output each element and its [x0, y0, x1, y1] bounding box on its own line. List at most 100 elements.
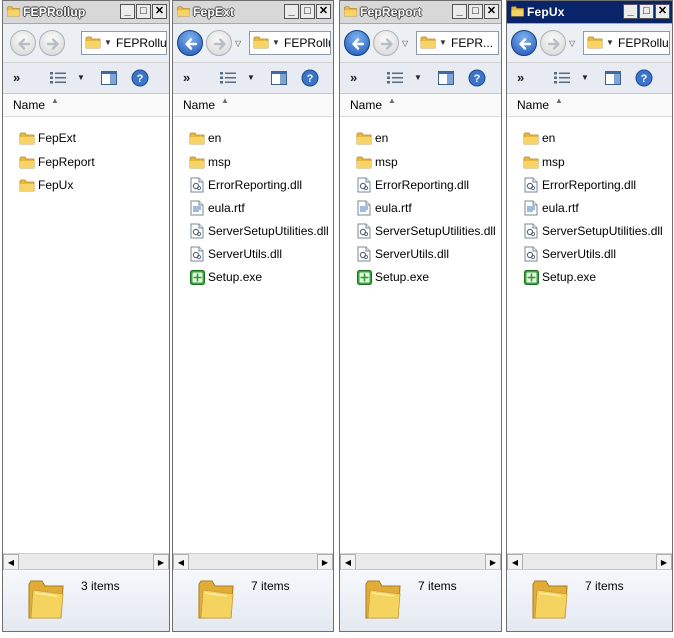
- column-header-name[interactable]: Name ▲: [173, 94, 333, 117]
- minimize-button[interactable]: _: [120, 4, 135, 19]
- list-item-msp[interactable]: msp: [523, 152, 565, 172]
- list-item-setup-exe[interactable]: Setup.exe: [523, 267, 596, 287]
- maximize-button[interactable]: □: [468, 4, 483, 19]
- scroll-left-button[interactable]: ◀: [3, 554, 19, 570]
- scroll-left-button[interactable]: ◀: [507, 554, 523, 570]
- views-dropdown[interactable]: ▼: [77, 73, 85, 82]
- help-icon[interactable]: ?: [131, 69, 149, 90]
- back-button[interactable]: [344, 30, 370, 56]
- close-button[interactable]: ✕: [316, 4, 331, 19]
- forward-button[interactable]: [39, 30, 65, 56]
- minimize-button[interactable]: _: [452, 4, 467, 19]
- list-item-serverutils-dll[interactable]: ServerUtils.dll: [523, 244, 616, 264]
- horizontal-scrollbar[interactable]: ◀ ▶: [340, 553, 501, 570]
- list-item-eula-rtf[interactable]: eula.rtf: [356, 198, 412, 218]
- list-item-eula-rtf[interactable]: eula.rtf: [523, 198, 579, 218]
- back-button[interactable]: [177, 30, 203, 56]
- list-item-errorreporting-dll[interactable]: ErrorReporting.dll: [523, 175, 636, 195]
- list-item-serversetuputilities-dll[interactable]: ServerSetupUtilities.dll: [523, 221, 663, 241]
- maximize-button[interactable]: □: [300, 4, 315, 19]
- views-dropdown[interactable]: ▼: [247, 73, 255, 82]
- chevron-down-icon[interactable]: ▼: [272, 38, 280, 47]
- folder-icon: [253, 35, 269, 52]
- scroll-right-button[interactable]: ▶: [485, 554, 501, 570]
- help-icon[interactable]: ?: [635, 69, 653, 90]
- column-header-name[interactable]: Name ▲: [507, 94, 672, 117]
- scroll-right-button[interactable]: ▶: [153, 554, 169, 570]
- list-item-errorreporting-dll[interactable]: ErrorReporting.dll: [356, 175, 469, 195]
- list-item-en[interactable]: en: [189, 128, 221, 148]
- list-item-serversetuputilities-dll[interactable]: ServerSetupUtilities.dll: [356, 221, 496, 241]
- list-item-en[interactable]: en: [523, 128, 555, 148]
- horizontal-scrollbar[interactable]: ◀ ▶: [3, 553, 169, 570]
- recent-pages-dropdown[interactable]: ▽: [235, 39, 241, 48]
- close-button[interactable]: ✕: [484, 4, 499, 19]
- views-dropdown[interactable]: ▼: [414, 73, 422, 82]
- column-header-name[interactable]: Name ▲: [340, 94, 501, 117]
- back-button[interactable]: [10, 30, 36, 56]
- maximize-button[interactable]: □: [136, 4, 151, 19]
- window-title: FepUx: [527, 5, 565, 19]
- list-item-serversetuputilities-dll[interactable]: ServerSetupUtilities.dll: [189, 221, 329, 241]
- explorer-window-fepreport: FepReport _ □ ✕ ▽ ▼ FEPR... » ▼ ? Name ▲: [339, 0, 502, 632]
- back-button[interactable]: [511, 30, 537, 56]
- forward-button[interactable]: [540, 30, 566, 56]
- list-item-fepux[interactable]: FepUx: [19, 175, 73, 195]
- title-bar[interactable]: FepExt _ □ ✕: [173, 1, 333, 24]
- close-button[interactable]: ✕: [655, 4, 670, 19]
- list-item-setup-exe[interactable]: Setup.exe: [356, 267, 429, 287]
- scroll-right-button[interactable]: ▶: [317, 554, 333, 570]
- views-icon[interactable]: [386, 71, 404, 88]
- address-bar[interactable]: ▼ FEPRollu: [249, 31, 331, 55]
- more-commands-button[interactable]: »: [350, 70, 357, 85]
- more-commands-button[interactable]: »: [183, 70, 190, 85]
- help-icon[interactable]: ?: [301, 69, 319, 90]
- preview-pane-icon[interactable]: [271, 71, 287, 88]
- chevron-down-icon[interactable]: ▼: [439, 38, 447, 47]
- list-item-msp[interactable]: msp: [356, 152, 398, 172]
- maximize-button[interactable]: □: [639, 4, 654, 19]
- scroll-left-button[interactable]: ◀: [340, 554, 356, 570]
- address-bar[interactable]: ▼ FEPRollup: [81, 31, 167, 55]
- list-item-en[interactable]: en: [356, 128, 388, 148]
- forward-button[interactable]: [206, 30, 232, 56]
- horizontal-scrollbar[interactable]: ◀ ▶: [507, 553, 672, 570]
- list-item-msp[interactable]: msp: [189, 152, 231, 172]
- scroll-left-button[interactable]: ◀: [173, 554, 189, 570]
- preview-pane-icon[interactable]: [101, 71, 117, 88]
- views-icon[interactable]: [49, 71, 67, 88]
- item-label: en: [208, 131, 222, 145]
- views-icon[interactable]: [219, 71, 237, 88]
- views-dropdown[interactable]: ▼: [581, 73, 589, 82]
- recent-pages-dropdown[interactable]: ▽: [402, 39, 408, 48]
- column-header-name[interactable]: Name ▲: [3, 94, 169, 117]
- list-item-errorreporting-dll[interactable]: ErrorReporting.dll: [189, 175, 302, 195]
- recent-pages-dropdown[interactable]: ▽: [569, 39, 575, 48]
- list-item-setup-exe[interactable]: Setup.exe: [189, 267, 262, 287]
- title-bar[interactable]: FepReport _ □ ✕: [340, 1, 501, 24]
- list-item-fepext[interactable]: FepExt: [19, 128, 76, 148]
- title-bar[interactable]: FEPRollup _ □ ✕: [3, 1, 169, 24]
- close-button[interactable]: ✕: [152, 4, 167, 19]
- minimize-button[interactable]: _: [284, 4, 299, 19]
- window-controls: _ □ ✕: [623, 4, 670, 19]
- help-icon[interactable]: ?: [468, 69, 486, 90]
- chevron-down-icon[interactable]: ▼: [606, 38, 614, 47]
- address-bar[interactable]: ▼ FEPR...: [416, 31, 499, 55]
- preview-pane-icon[interactable]: [438, 71, 454, 88]
- views-icon[interactable]: [553, 71, 571, 88]
- horizontal-scrollbar[interactable]: ◀ ▶: [173, 553, 333, 570]
- list-item-serverutils-dll[interactable]: ServerUtils.dll: [356, 244, 449, 264]
- chevron-down-icon[interactable]: ▼: [104, 38, 112, 47]
- forward-button[interactable]: [373, 30, 399, 56]
- list-item-serverutils-dll[interactable]: ServerUtils.dll: [189, 244, 282, 264]
- list-item-eula-rtf[interactable]: eula.rtf: [189, 198, 245, 218]
- minimize-button[interactable]: _: [623, 4, 638, 19]
- scroll-right-button[interactable]: ▶: [656, 554, 672, 570]
- address-bar[interactable]: ▼ FEPRollup: [583, 31, 670, 55]
- preview-pane-icon[interactable]: [605, 71, 621, 88]
- list-item-fepreport[interactable]: FepReport: [19, 152, 95, 172]
- title-bar[interactable]: FepUx _ □ ✕: [507, 1, 672, 24]
- more-commands-button[interactable]: »: [517, 70, 524, 85]
- more-commands-button[interactable]: »: [13, 70, 20, 85]
